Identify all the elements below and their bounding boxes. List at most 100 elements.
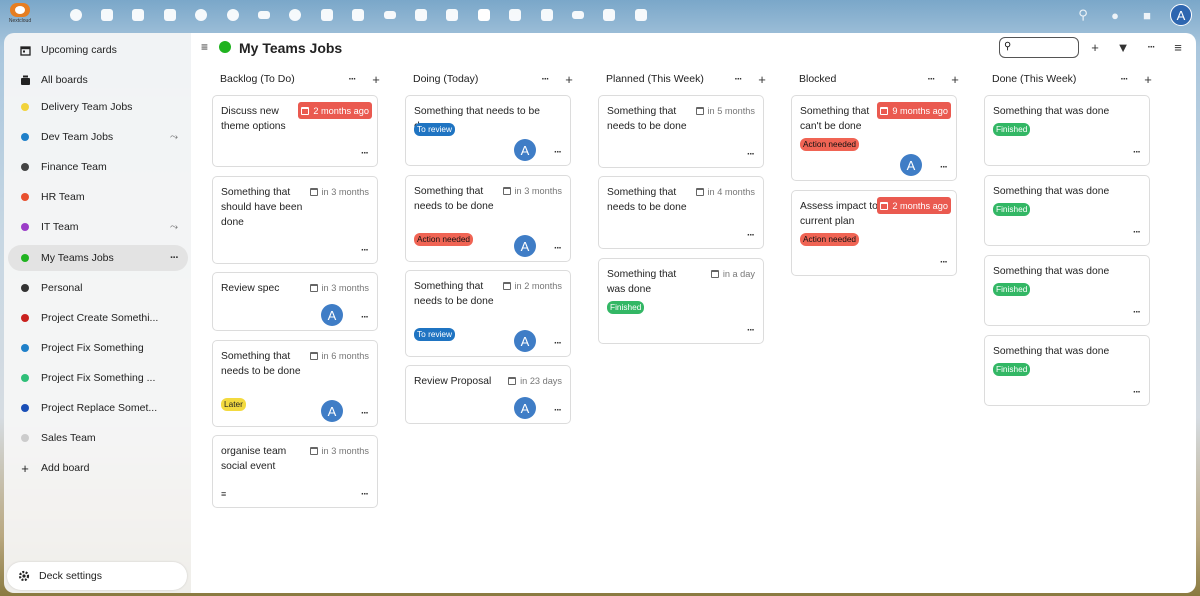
add-card-button[interactable]: +	[755, 72, 769, 87]
dashboard-icon[interactable]	[60, 6, 91, 24]
due-date-badge[interactable]: in 2 months	[500, 277, 566, 294]
sidebar-board-item[interactable]: Personal	[8, 275, 188, 301]
sidebar-board-item[interactable]: Dev Team Jobs ⤳	[8, 124, 188, 150]
share-icon[interactable]: ⤳	[164, 222, 184, 233]
assignee-avatar[interactable]: A	[514, 397, 536, 419]
due-date-badge[interactable]: in 3 months	[307, 279, 373, 296]
card[interactable]: organise team social event in 3 months ≡ ··…	[212, 435, 378, 508]
contacts-clock-icon[interactable]	[280, 6, 311, 24]
files-icon[interactable]	[91, 6, 122, 24]
user-avatar[interactable]: A	[1170, 4, 1192, 26]
talk-icon[interactable]	[186, 6, 217, 24]
assignee-avatar[interactable]: A	[514, 330, 536, 352]
assignee-avatar[interactable]: A	[321, 304, 343, 326]
nav-all-boards[interactable]: All boards	[8, 67, 188, 93]
card-actions-button[interactable]: ···	[1133, 227, 1141, 238]
share-icon[interactable]: ⤳	[164, 132, 184, 143]
card[interactable]: Something that was done Finished ···	[984, 255, 1150, 326]
sidebar-board-item[interactable]: Finance Team	[8, 154, 188, 180]
due-date-badge[interactable]: in 3 months	[307, 183, 373, 200]
card[interactable]: Something that needs to be done in 5 mont…	[598, 95, 764, 168]
card-label[interactable]: Finished	[993, 123, 1031, 136]
card-label[interactable]: Finished	[993, 203, 1031, 216]
calendar-icon[interactable]	[343, 6, 374, 24]
card[interactable]: Something that was done Finished ···	[984, 95, 1150, 166]
due-date-badge[interactable]: 2 months ago	[298, 102, 372, 119]
card-label[interactable]: Finished	[993, 363, 1031, 376]
filter-icon[interactable]: ▼	[1115, 40, 1131, 55]
nextcloud-logo[interactable]: Nextcloud	[8, 3, 32, 25]
card-actions-button[interactable]: ···	[361, 148, 369, 159]
card-actions-button[interactable]: ···	[940, 257, 948, 268]
card[interactable]: Assess impact to current plan 2 months ag…	[791, 190, 957, 276]
favorites-icon[interactable]	[405, 6, 436, 24]
card[interactable]: Something that needs to be doneTo review…	[405, 95, 571, 166]
card-actions-button[interactable]: ···	[1133, 147, 1141, 158]
toggle-navigation-icon[interactable]: ≡	[201, 40, 208, 54]
nav-upcoming-cards[interactable]: Upcoming cards	[8, 37, 188, 63]
card-label[interactable]: To review	[414, 123, 456, 136]
card-actions-button[interactable]: ···	[1133, 307, 1141, 318]
assignee-avatar[interactable]: A	[900, 154, 922, 176]
contacts-menu-icon[interactable]: ■	[1138, 6, 1156, 24]
card-actions-button[interactable]: ···	[554, 338, 562, 349]
deck-icon[interactable]	[468, 6, 499, 24]
card-actions-button[interactable]: ···	[940, 162, 948, 173]
sidebar-board-item[interactable]: Project Fix Something	[8, 335, 188, 361]
card-actions-button[interactable]: ···	[554, 147, 562, 158]
activity-icon[interactable]	[154, 6, 185, 24]
stack-actions-button[interactable]: ···	[924, 74, 938, 85]
details-sidebar-icon[interactable]: ≡	[1170, 40, 1186, 55]
card-actions-button[interactable]: ···	[361, 408, 369, 419]
board-actions-button[interactable]: ···	[1143, 42, 1159, 53]
card-actions-button[interactable]: ···	[361, 245, 369, 256]
add-card-button[interactable]: +	[948, 72, 962, 87]
add-card-button[interactable]: +	[369, 72, 383, 87]
card-label[interactable]: Action needed	[800, 138, 860, 151]
card[interactable]: Discuss new theme options 2 months ago ···	[212, 95, 378, 167]
due-date-badge[interactable]: in 3 months	[307, 442, 373, 459]
sidebar-board-item[interactable]: My Teams Jobs ···	[8, 244, 188, 271]
card-actions-button[interactable]: ···	[747, 149, 755, 160]
assignee-avatar[interactable]: A	[321, 400, 343, 422]
tasks-icon[interactable]	[499, 6, 530, 24]
stack-title[interactable]: Backlog (To Do)	[220, 73, 335, 85]
contacts-icon[interactable]	[311, 6, 342, 24]
sidebar-board-item[interactable]: Sales Team	[8, 425, 188, 451]
mail-icon[interactable]	[248, 6, 279, 24]
search-icon[interactable]: ⚲	[1074, 6, 1092, 24]
stack-actions-button[interactable]: ···	[731, 74, 745, 85]
due-date-badge[interactable]: in 4 months	[693, 183, 759, 200]
assignee-avatar[interactable]: A	[514, 235, 536, 257]
sidebar-board-item[interactable]: Project Fix Something ...	[8, 365, 188, 391]
add-list-button[interactable]: +	[1087, 40, 1103, 55]
search-chat-icon[interactable]	[217, 6, 248, 24]
card-label[interactable]: Finished	[607, 301, 645, 314]
sidebar-board-item[interactable]: Project Create Somethi...	[8, 305, 188, 331]
due-date-badge[interactable]: in a day	[708, 265, 758, 282]
sidebar-board-item[interactable]: IT Team ⤳	[8, 214, 188, 240]
card-actions-button[interactable]: ···	[747, 230, 755, 241]
card-actions-button[interactable]: ···	[361, 489, 369, 500]
notifications-icon[interactable]: ●	[1106, 6, 1124, 24]
card[interactable]: Something that needs to be done in 6 mont…	[212, 340, 378, 427]
stack-actions-button[interactable]: ···	[345, 74, 359, 85]
assignee-avatar[interactable]: A	[514, 139, 536, 161]
sidebar-board-item[interactable]: HR Team	[8, 184, 188, 210]
card-actions-button[interactable]: ···	[554, 243, 562, 254]
card-actions-button[interactable]: ···	[1133, 387, 1141, 398]
card[interactable]: Something that needs to be done in 3 mont…	[405, 175, 571, 262]
due-date-badge[interactable]: in 5 months	[693, 102, 759, 119]
stack-title[interactable]: Blocked	[799, 73, 914, 85]
card[interactable]: Something that was done Finished ···	[984, 175, 1150, 246]
tables-icon[interactable]	[562, 6, 593, 24]
stack-title[interactable]: Done (This Week)	[992, 73, 1107, 85]
card[interactable]: Something that should have been done in 3…	[212, 176, 378, 264]
card-label[interactable]: Later	[221, 398, 246, 411]
notes-icon[interactable]	[437, 6, 468, 24]
card-label[interactable]: Action needed	[414, 233, 474, 246]
due-date-badge[interactable]: in 3 months	[500, 182, 566, 199]
card[interactable]: Review spec in 3 months A ···	[212, 272, 378, 331]
card[interactable]: Something that was done in a day Finished ·…	[598, 258, 764, 344]
nav-add-board[interactable]: + Add board	[8, 455, 188, 481]
